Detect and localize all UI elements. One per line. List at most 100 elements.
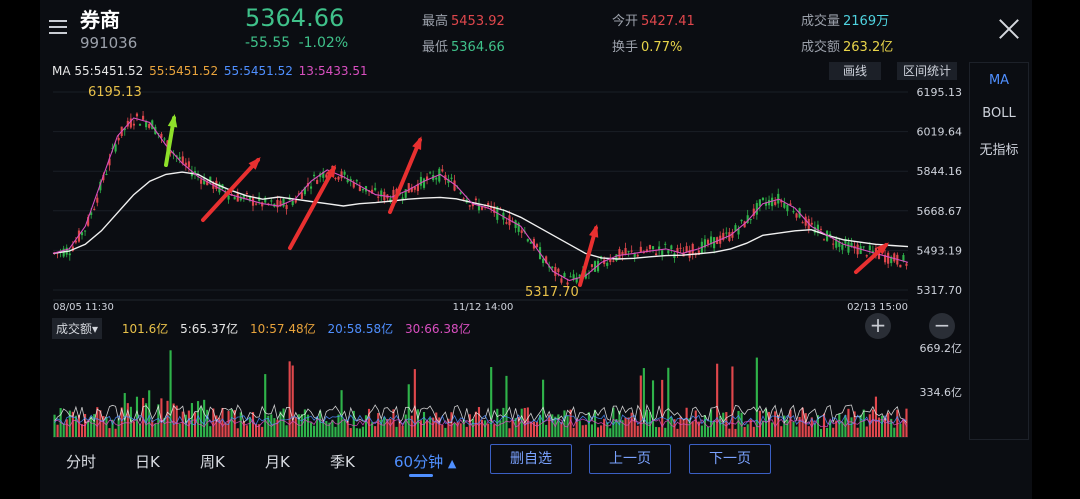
- volume-bar: [499, 420, 502, 437]
- candle-body: [783, 202, 786, 208]
- period-tabs: 分时 日K 周K 月K 季K 60分钟 ▲ 删自选 上一页 下一页: [40, 440, 1032, 499]
- candle-body: [560, 278, 563, 283]
- prev-page-button[interactable]: 上一页: [589, 444, 671, 474]
- candle-body: [83, 230, 87, 232]
- volume-bar: [609, 428, 612, 437]
- volume-bar: [520, 408, 523, 437]
- volume-bar: [355, 428, 358, 437]
- volume-bar: [221, 407, 224, 437]
- remove-watchlist-button[interactable]: 删自选: [490, 444, 572, 474]
- volume-bar: [374, 426, 377, 437]
- volume-bar: [429, 417, 432, 437]
- volume-bar: [514, 418, 517, 437]
- candle-body: [407, 183, 410, 193]
- volume-bar: [245, 425, 248, 437]
- volume-bar: [337, 414, 340, 437]
- candle-body: [117, 137, 120, 141]
- candle-body: [135, 113, 139, 117]
- volume-bar: [538, 414, 542, 437]
- volume-bar: [401, 425, 404, 437]
- candle-body: [505, 222, 508, 224]
- tab-60min[interactable]: 60分钟 ▲: [394, 451, 456, 472]
- volume-bar: [529, 421, 532, 437]
- candle-body: [648, 245, 652, 250]
- candle-body: [661, 250, 664, 256]
- candle-body: [459, 192, 462, 194]
- volume-bar: [383, 416, 386, 437]
- candle-body: [679, 247, 682, 249]
- candle-body: [691, 243, 694, 255]
- next-page-button[interactable]: 下一页: [689, 444, 771, 474]
- volume-bar: [117, 418, 120, 437]
- volume-bar: [505, 375, 508, 437]
- price-tick-label: 5668.67: [917, 205, 963, 218]
- volume-bar: [667, 367, 670, 437]
- volume-bar: [377, 413, 380, 437]
- trend-arrow-shaft: [578, 226, 598, 287]
- tab-daily[interactable]: 日K: [135, 451, 160, 472]
- candle-body: [233, 196, 236, 200]
- candle-body: [572, 274, 575, 280]
- volume-bar: [899, 423, 902, 437]
- candle-body: [899, 264, 902, 268]
- volume-bar: [819, 428, 823, 437]
- volume-bar: [105, 417, 108, 437]
- volume-bar: [413, 369, 416, 437]
- volume-bar: [658, 427, 661, 437]
- volume-bar: [203, 399, 206, 437]
- volume-bar: [545, 424, 548, 437]
- volume-bar: [395, 426, 398, 437]
- volume-bar: [300, 414, 303, 437]
- volume-bar: [734, 428, 737, 437]
- volume-value-3: 20:58.58亿: [327, 322, 394, 336]
- price-tick-label: 5844.16: [917, 165, 963, 178]
- price-tick-label: 6195.13: [917, 86, 963, 99]
- volume-bar: [322, 421, 325, 437]
- volume-legend: 成交额▾ 101.6亿 5:65.37亿 10:57.48亿 20:58.58亿…: [52, 318, 479, 339]
- tab-intraday[interactable]: 分时: [66, 451, 96, 472]
- candle-body: [832, 243, 835, 245]
- volume-bar: [655, 426, 658, 437]
- candle-body: [227, 195, 230, 200]
- candle-body: [612, 260, 615, 262]
- tab-60min-label: 60分钟: [394, 453, 444, 471]
- volume-bar: [148, 390, 151, 437]
- kline-chart[interactable]: 6195.13 6019.64 5844.16 5668.67 5493.19 5317.…: [0, 0, 1080, 499]
- tab-weekly[interactable]: 周K: [200, 451, 225, 472]
- candle-body: [291, 200, 294, 206]
- volume-bar: [694, 410, 697, 437]
- volume-bar: [285, 425, 288, 437]
- volume-bar: [358, 428, 361, 437]
- volume-bar: [416, 409, 419, 437]
- volume-bar: [813, 423, 816, 437]
- price-tick-label: 5493.19: [917, 244, 963, 257]
- volume-type-selector[interactable]: 成交额▾: [52, 318, 103, 339]
- candle-body: [374, 187, 377, 191]
- candle-body: [554, 266, 557, 276]
- candle-body: [792, 211, 795, 213]
- candle-body: [148, 123, 151, 128]
- volume-bar: [325, 420, 328, 437]
- zoom-in-button[interactable]: +: [865, 313, 891, 339]
- candle-body: [847, 242, 850, 253]
- active-tab-indicator: [409, 474, 433, 477]
- volume-bar: [728, 428, 731, 437]
- candle-body: [343, 171, 346, 175]
- volume-bar: [343, 418, 346, 437]
- volume-bar: [224, 422, 227, 437]
- volume-bar: [639, 375, 642, 437]
- zoom-out-button[interactable]: −: [929, 313, 955, 339]
- volume-bar: [282, 408, 285, 437]
- volume-bar: [264, 374, 267, 437]
- candle-body: [361, 188, 365, 191]
- volume-bar: [682, 419, 685, 437]
- volume-bar: [239, 412, 242, 437]
- time-tick-label: 02/13 15:00: [847, 302, 908, 313]
- tab-monthly[interactable]: 月K: [265, 451, 290, 472]
- tab-quarterly[interactable]: 季K: [330, 451, 355, 472]
- candle-body: [664, 243, 667, 245]
- candle-body: [254, 203, 258, 205]
- candle-body: [551, 266, 554, 269]
- candle-body: [187, 161, 190, 168]
- volume-bar: [868, 414, 871, 437]
